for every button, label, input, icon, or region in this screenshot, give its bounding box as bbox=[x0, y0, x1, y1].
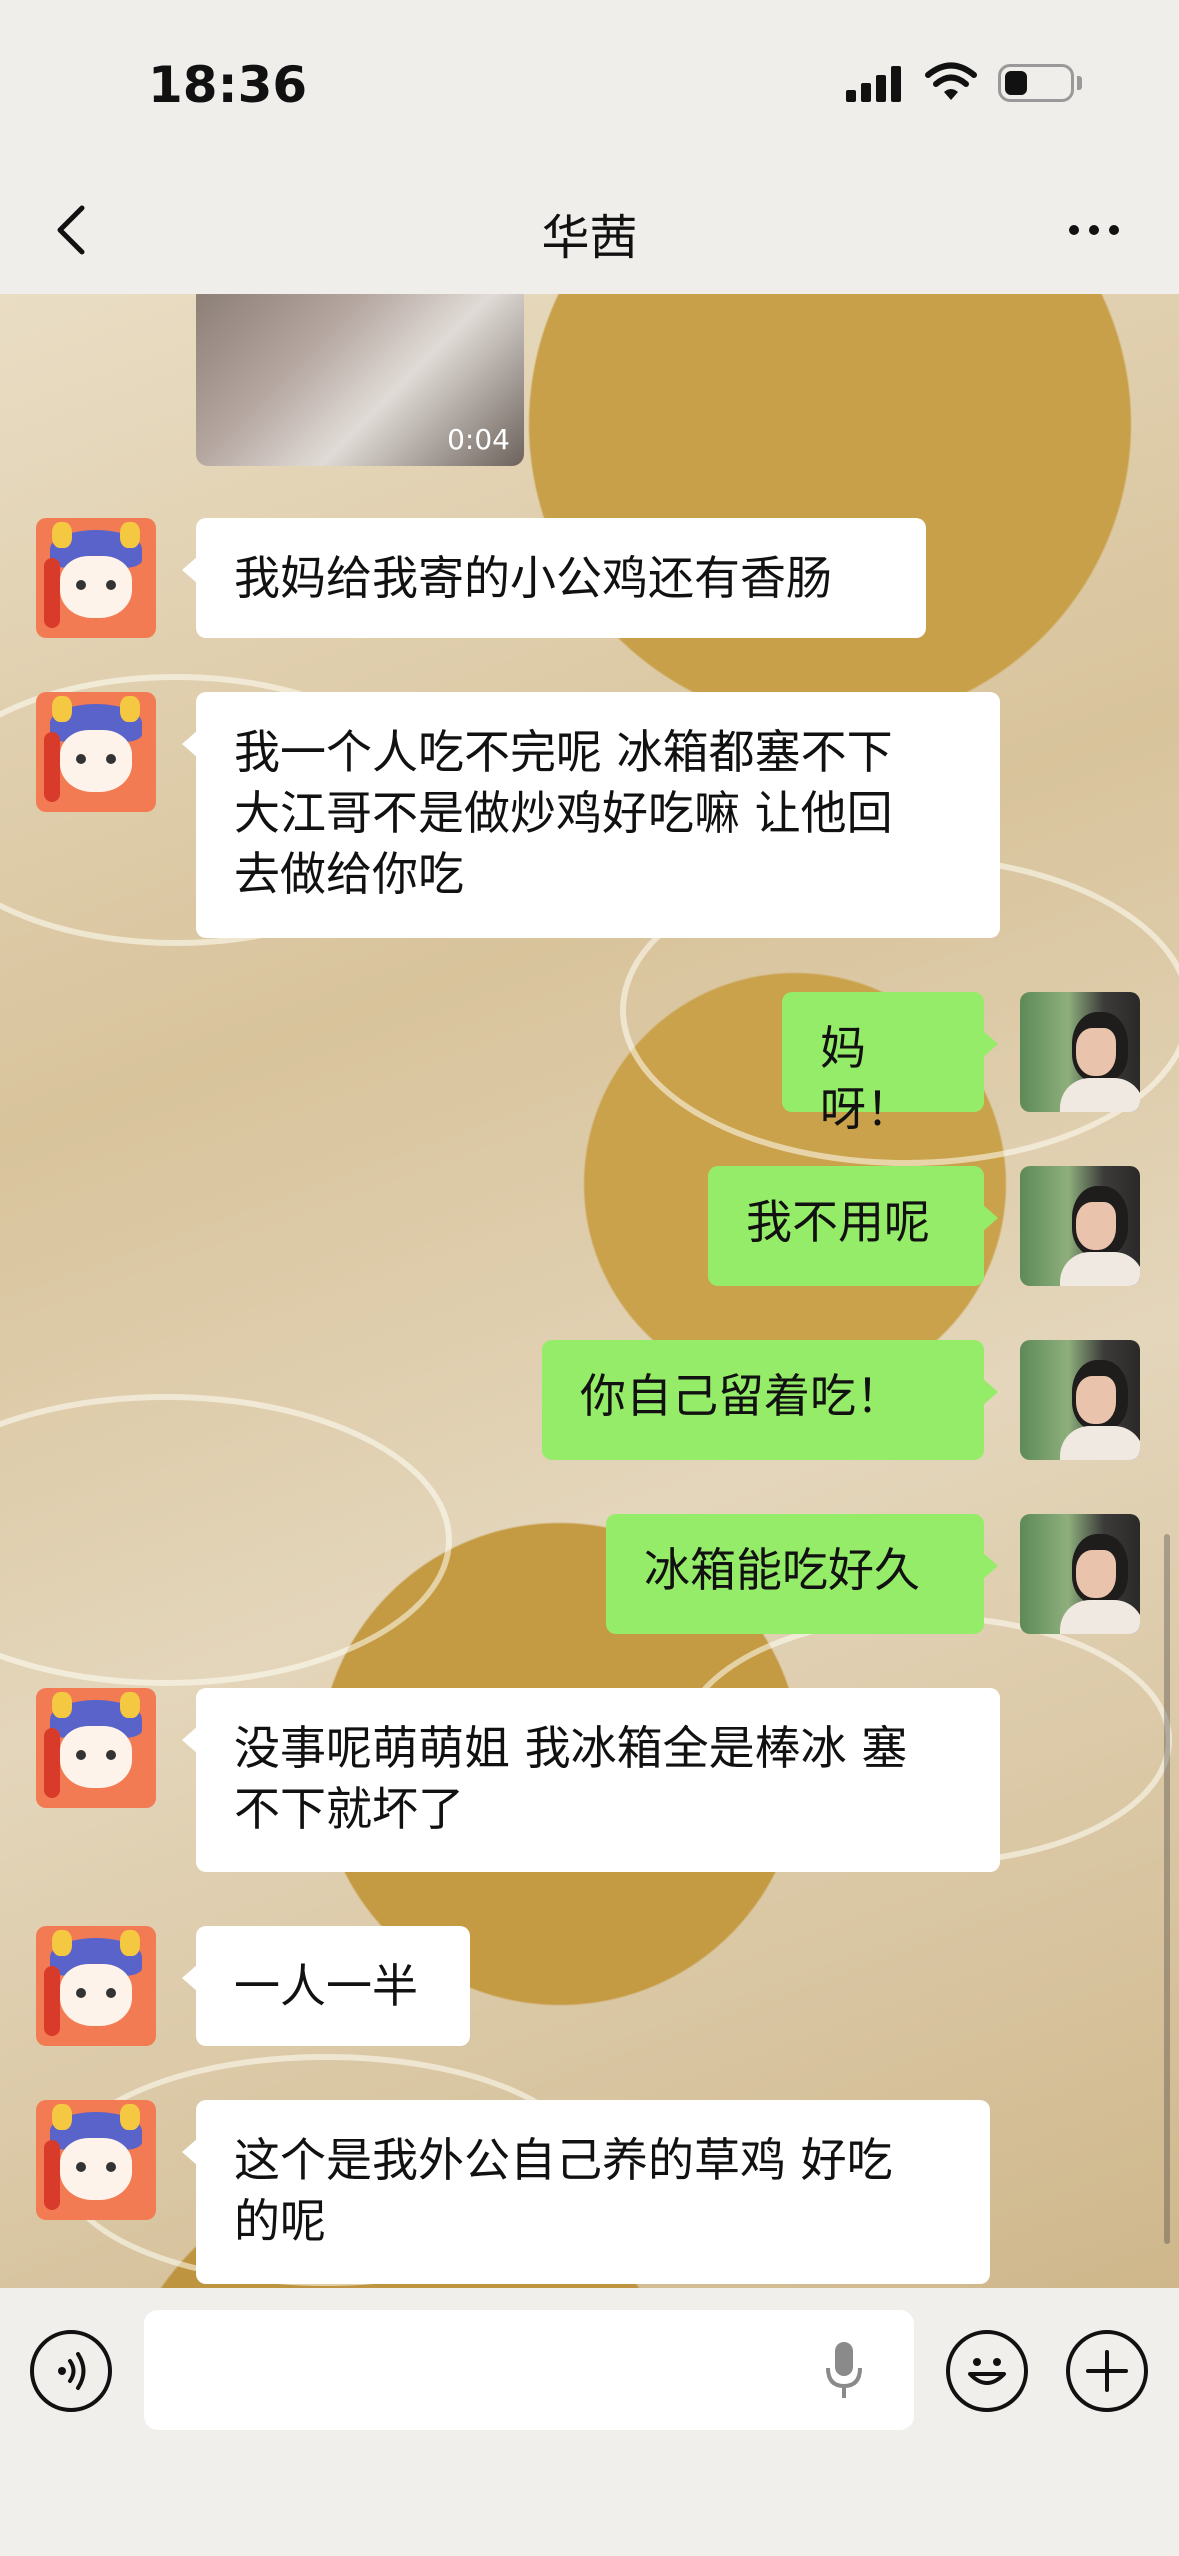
message-line: 的呢 bbox=[234, 2194, 326, 2248]
incoming-message[interactable]: 没事呢萌萌姐 我冰箱全是棒冰 塞 不下就坏了 bbox=[182, 1688, 1000, 1872]
input-bar bbox=[0, 2288, 1179, 2556]
my-avatar[interactable] bbox=[1020, 992, 1140, 1112]
message-list[interactable]: 0:04 我妈给我寄的小公鸡还有香肠 我一个人吃不完呢 冰箱都塞不下 大江哥不是… bbox=[0, 294, 1179, 2288]
message-line: 去做给你吃 bbox=[234, 847, 464, 901]
contact-avatar[interactable] bbox=[36, 1926, 156, 2046]
outgoing-message[interactable]: 冰箱能吃好久 bbox=[606, 1514, 998, 1634]
message-line: 大江哥不是做炒鸡好吃嘛 让他回 bbox=[234, 786, 893, 840]
outgoing-message[interactable]: 你自己留着吃！ bbox=[542, 1340, 998, 1460]
contact-avatar[interactable] bbox=[36, 692, 156, 812]
chat-header: 华茜 bbox=[0, 170, 1179, 294]
incoming-message[interactable]: 这个是我外公自己养的草鸡 好吃 的呢 bbox=[182, 2100, 990, 2284]
message-text: 我妈给我寄的小公鸡还有香肠 bbox=[234, 551, 832, 605]
message-text: 妈呀！ bbox=[820, 1021, 912, 1136]
contact-avatar[interactable] bbox=[36, 1688, 156, 1808]
voice-input-icon[interactable] bbox=[30, 2330, 112, 2412]
incoming-message[interactable]: 我妈给我寄的小公鸡还有香肠 bbox=[182, 518, 926, 638]
message-text: 我不用呢 bbox=[746, 1195, 930, 1249]
my-avatar[interactable] bbox=[1020, 1340, 1140, 1460]
plus-sign-icon bbox=[1086, 2350, 1128, 2392]
battery-icon bbox=[998, 64, 1074, 102]
my-avatar[interactable] bbox=[1020, 1166, 1140, 1286]
plus-icon[interactable] bbox=[1066, 2330, 1148, 2412]
smile-face-icon bbox=[968, 2358, 1006, 2385]
message-line: 不下就坏了 bbox=[234, 1782, 464, 1836]
microphone-icon[interactable] bbox=[824, 2340, 864, 2400]
chat-title: 华茜 bbox=[541, 210, 638, 266]
outgoing-message[interactable]: 妈呀！ bbox=[782, 992, 998, 1136]
message-line: 我一个人吃不完呢 冰箱都塞不下 bbox=[234, 725, 893, 779]
message-line: 这个是我外公自己养的草鸡 好吃 bbox=[234, 2133, 893, 2187]
battery-tip bbox=[1077, 76, 1082, 90]
emoji-icon[interactable] bbox=[946, 2330, 1028, 2412]
video-duration: 0:04 bbox=[447, 423, 510, 456]
contact-avatar[interactable] bbox=[36, 518, 156, 638]
message-text: 一人一半 bbox=[234, 1959, 418, 2013]
cellular-signal-icon bbox=[846, 66, 901, 102]
status-time: 18:36 bbox=[148, 56, 308, 114]
contact-avatar[interactable] bbox=[36, 2100, 156, 2220]
outgoing-message[interactable]: 我不用呢 bbox=[708, 1166, 998, 1286]
message-text: 冰箱能吃好久 bbox=[644, 1543, 920, 1597]
message-input[interactable] bbox=[144, 2310, 914, 2430]
my-avatar[interactable] bbox=[1020, 1514, 1140, 1634]
wifi-icon bbox=[925, 62, 977, 100]
scrollbar[interactable] bbox=[1164, 1534, 1170, 2244]
background-ripple bbox=[0, 1394, 452, 1686]
video-message[interactable]: 0:04 bbox=[196, 294, 524, 466]
more-dots-icon[interactable] bbox=[1064, 200, 1124, 260]
status-bar: 18:36 bbox=[0, 0, 1179, 170]
voice-waves-icon bbox=[58, 2352, 86, 2390]
message-text: 你自己留着吃！ bbox=[580, 1369, 902, 1423]
incoming-message[interactable]: 一人一半 bbox=[182, 1926, 470, 2046]
incoming-message[interactable]: 我一个人吃不完呢 冰箱都塞不下 大江哥不是做炒鸡好吃嘛 让他回 去做给你吃 bbox=[182, 692, 1000, 938]
message-line: 没事呢萌萌姐 我冰箱全是棒冰 塞 bbox=[234, 1721, 908, 1775]
